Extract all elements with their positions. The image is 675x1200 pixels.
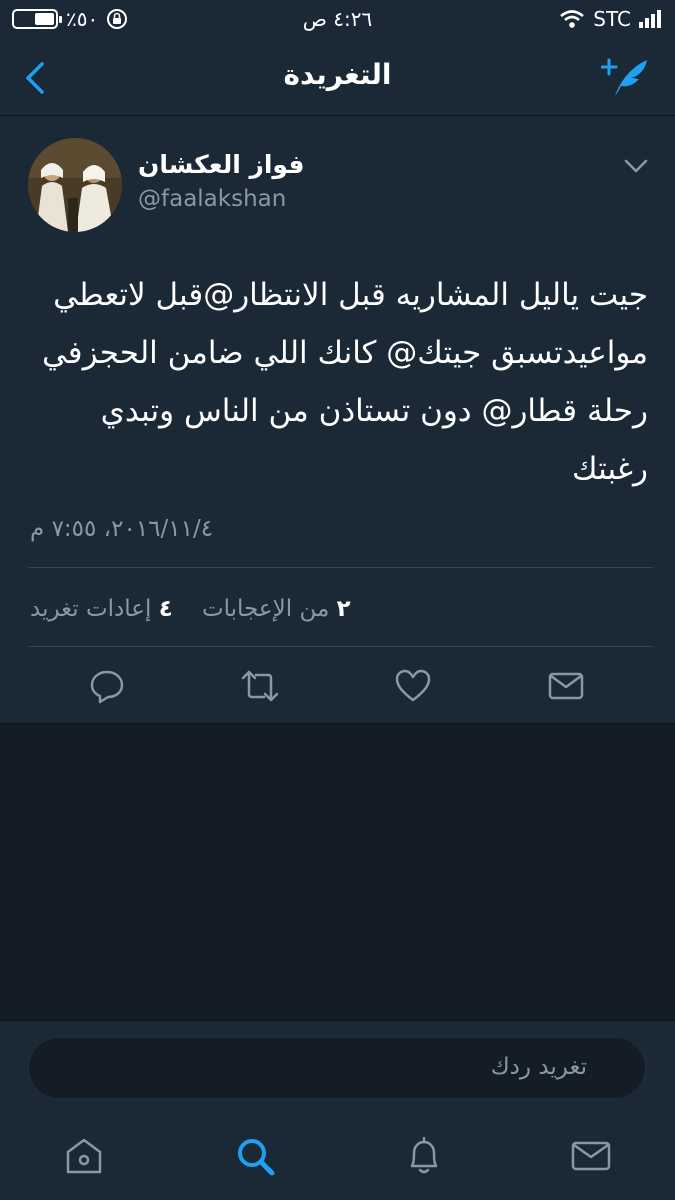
retweet-icon[interactable] [240,666,280,706]
home-icon[interactable] [62,1134,106,1178]
page-title: التغريدة [283,58,392,91]
like-icon[interactable] [393,666,433,706]
tweet-stats: ٢ من الإعجابات ٤ إعادات تغريد [30,596,351,622]
user-handle[interactable]: @faalakshan [138,186,286,212]
tweet-actions [0,658,675,714]
retweets-label[interactable]: إعادات تغريد [30,596,151,622]
avatar[interactable] [28,138,122,232]
tweet-detail-card: فواز العكشان @faalakshan جيت ياليل المشا… [0,116,675,724]
display-name[interactable]: فواز العكشان [138,150,304,179]
navigation-bar: التغريدة [0,40,675,116]
status-bar: ٪٥٠ ٤:٢٦ ص STC [0,0,675,40]
search-icon[interactable] [233,1134,277,1178]
tweet-timestamp: ٢٠١٦/١١/٤، ٧:٥٥ م [30,516,214,542]
divider [28,567,653,568]
likes-count[interactable]: ٢ [337,596,351,622]
tweet-text: جيت ياليل المشاريه قبل الانتظار@قبل لاتع… [41,277,648,487]
messages-icon[interactable] [569,1134,613,1178]
signal-icon [639,9,663,29]
reply-icon[interactable] [87,666,127,706]
carrier-name: STC [593,7,631,31]
notifications-icon[interactable] [402,1134,446,1178]
likes-label[interactable]: من الإعجابات [202,596,329,622]
compose-tweet-icon[interactable] [601,54,653,100]
tab-bar [0,1118,675,1200]
chevron-down-icon[interactable] [622,156,650,176]
reply-bar: تغريد ردك [0,1020,675,1118]
direct-message-icon[interactable] [546,666,586,706]
retweets-count[interactable]: ٤ [159,596,173,622]
reply-input[interactable]: تغريد ردك [28,1037,646,1099]
status-right: STC [559,7,663,31]
divider [28,646,653,647]
wifi-icon [559,9,585,29]
